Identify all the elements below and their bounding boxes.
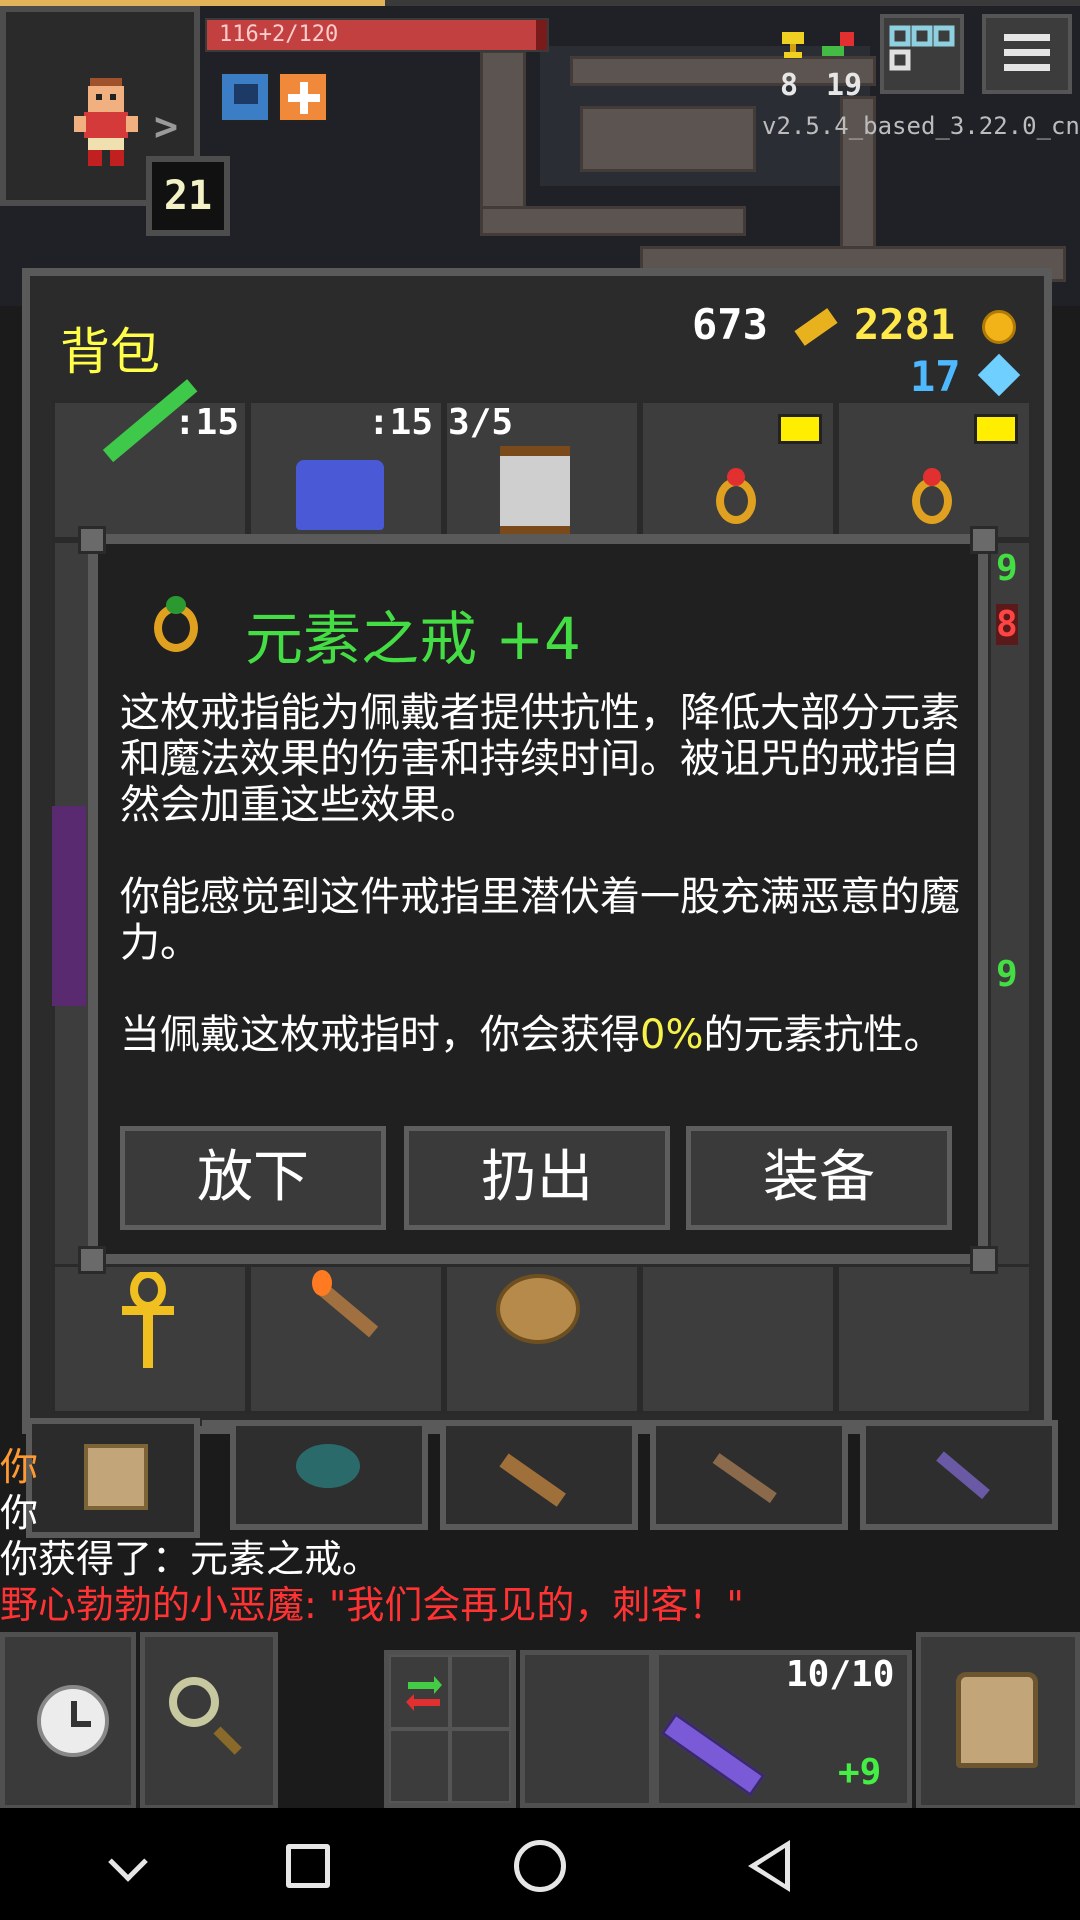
game-screen: > 21 116+2/120 8 19 v2.5.4_based_3.22.0_… bbox=[0, 0, 1080, 1920]
map-wall bbox=[580, 106, 756, 172]
journal-icon bbox=[889, 25, 955, 71]
buff-healing-icon[interactable] bbox=[278, 72, 328, 122]
health-bar: 116+2/120 bbox=[205, 18, 549, 52]
unidentified-tag-icon bbox=[778, 414, 822, 444]
ring-gem-icon bbox=[727, 468, 745, 486]
slot-count: 3/5 bbox=[448, 402, 514, 443]
gold-count: 673 bbox=[692, 300, 768, 349]
backpack-title: 背包 bbox=[60, 323, 160, 381]
energy-count: 2281 bbox=[854, 300, 956, 349]
throw-button[interactable]: 扔出 bbox=[404, 1126, 670, 1230]
backpack-icon bbox=[956, 1672, 1038, 1768]
buff-shield-icon[interactable] bbox=[220, 72, 270, 122]
health-text: 116+2/120 bbox=[219, 22, 339, 47]
magic-slot-highlight bbox=[52, 806, 86, 1006]
swap-icon bbox=[406, 1676, 442, 1711]
inventory-slot[interactable] bbox=[640, 1264, 836, 1414]
depth-count: 19 bbox=[826, 68, 863, 103]
equip-button[interactable]: 装备 bbox=[686, 1126, 952, 1230]
wand-charges: 10/10 bbox=[786, 1654, 895, 1695]
unidentified-tag-icon bbox=[974, 414, 1018, 444]
trophy-icon bbox=[782, 32, 804, 58]
inventory-slot-column[interactable] bbox=[988, 540, 1032, 1280]
description-paragraph: 当佩戴这枚戒指时，你会获得0%的元素抗性。 bbox=[120, 1012, 960, 1058]
recents-square-icon[interactable] bbox=[286, 1844, 330, 1888]
seed-pouch-icon bbox=[496, 1274, 580, 1344]
journal-button[interactable] bbox=[880, 14, 964, 94]
slot-count: :15 bbox=[174, 402, 240, 443]
hero-level-badge: 21 bbox=[146, 156, 230, 236]
slot-count: :15 bbox=[368, 402, 434, 443]
coin-icon bbox=[982, 310, 1016, 344]
magnifier-icon bbox=[169, 1677, 219, 1727]
seed-bag-icon bbox=[296, 1444, 360, 1488]
ring-gem-icon bbox=[166, 596, 186, 614]
side-tag: 8 bbox=[996, 604, 1018, 645]
item-description: 这枚戒指能为佩戴者提供抗性，降低大部分元素和魔法效果的伤害和持续时间。被诅咒的戒… bbox=[120, 690, 960, 1104]
side-tag: 9 bbox=[996, 954, 1018, 995]
gem-count: 17 bbox=[910, 352, 961, 401]
item-title: 元素之戒 +4 bbox=[245, 605, 581, 673]
dialog-corner bbox=[970, 1246, 998, 1274]
quickslot-empty[interactable] bbox=[520, 1650, 654, 1808]
wait-button[interactable] bbox=[0, 1632, 136, 1810]
description-paragraph: 这枚戒指能为佩戴者提供抗性，降低大部分元素和魔法效果的伤害和持续时间。被诅咒的戒… bbox=[120, 690, 960, 828]
search-button[interactable] bbox=[140, 1632, 278, 1810]
hourglass-icon bbox=[500, 446, 570, 536]
log-line: 野心勃勃的小恶魔: "我们会再见的，刺客！" bbox=[0, 1583, 744, 1627]
depth-key-icon bbox=[822, 32, 854, 56]
wand-bonus: +9 bbox=[838, 1752, 882, 1793]
hero-sprite-icon bbox=[74, 78, 138, 166]
menu-button[interactable] bbox=[982, 14, 1072, 94]
torch-flame-icon bbox=[312, 1270, 332, 1296]
chevron-right-icon: > bbox=[154, 104, 179, 150]
description-paragraph: 你能感觉到这件戒指里潜伏着一股充满恶意的魔力。 bbox=[120, 874, 960, 966]
backpack-tab-icon bbox=[84, 1444, 148, 1510]
ring-gem-icon bbox=[923, 468, 941, 486]
inventory-slot[interactable] bbox=[248, 1264, 444, 1414]
dialog-corner bbox=[78, 526, 106, 554]
armor-icon bbox=[296, 460, 384, 530]
version-label: v2.5.4_based_3.22.0_cn bbox=[762, 112, 1080, 140]
ankh-icon bbox=[122, 1272, 174, 1368]
home-circle-icon[interactable] bbox=[514, 1840, 566, 1892]
resistance-value: 0% bbox=[640, 1012, 704, 1058]
stat-suffix: 的元素抗性。 bbox=[703, 1012, 944, 1058]
inventory-slot[interactable] bbox=[836, 1264, 1032, 1414]
dialog-corner bbox=[78, 1246, 106, 1274]
challenge-count: 8 bbox=[780, 68, 799, 103]
side-tag: 9 bbox=[996, 548, 1018, 589]
map-wall bbox=[480, 206, 746, 236]
drop-button[interactable]: 放下 bbox=[120, 1126, 386, 1230]
stat-prefix: 当佩戴这枚戒指时，你会获得 bbox=[120, 1012, 640, 1058]
dialog-corner bbox=[970, 526, 998, 554]
